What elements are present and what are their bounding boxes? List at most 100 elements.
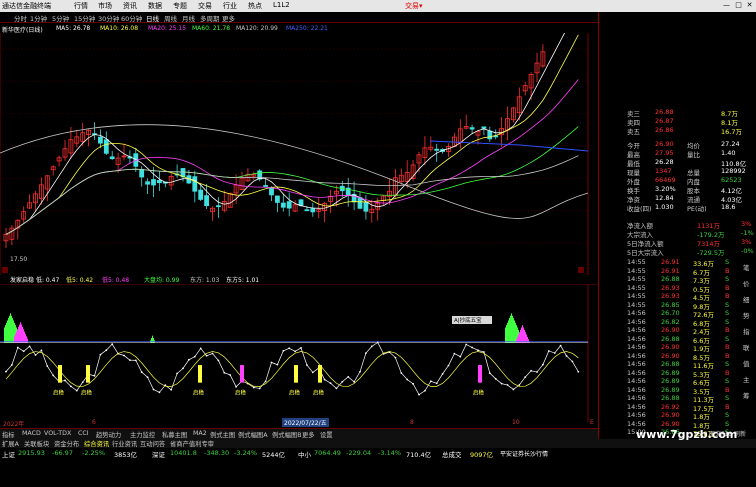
side-tab-3[interactable]: 势 — [743, 310, 750, 320]
period-monthly[interactable]: 月线 — [182, 13, 195, 23]
zx-label: 中小 — [298, 451, 311, 459]
close-button[interactable]: ✕ — [745, 1, 754, 10]
indicator-bar — [23, 329, 24, 343]
side-tab-6[interactable]: 值 — [743, 358, 750, 368]
menu-shichang[interactable]: 市场 — [98, 1, 112, 11]
stat-value: 26.90 — [655, 140, 674, 148]
tab-news[interactable]: 综合资讯 — [84, 439, 109, 448]
white-point — [300, 347, 302, 349]
period-1min[interactable]: 1分钟 — [30, 13, 47, 23]
white-point — [459, 355, 462, 358]
ma-line — [5, 79, 579, 235]
tick-flag: B — [725, 385, 730, 394]
white-point — [16, 346, 19, 349]
ma5-label: MA5: 26.78 — [56, 25, 91, 32]
minimize-button[interactable]: — — [722, 1, 731, 10]
tab-cci[interactable]: CCI — [78, 430, 89, 437]
total-value: 9097亿 — [470, 451, 494, 459]
period-more[interactable]: 更多 — [222, 13, 235, 23]
scroll-left-icon[interactable] — [2, 267, 8, 273]
period-60min[interactable]: 60分钟 — [121, 13, 142, 23]
menu-l1l2[interactable]: L1L2 — [273, 1, 290, 9]
stat-value: 12.84 — [655, 194, 674, 202]
tab-industry-news[interactable]: 行业资讯 — [112, 439, 137, 448]
period-multi[interactable]: 多周期 — [200, 13, 220, 23]
signal-label: 启稳 — [53, 388, 65, 396]
tick-time: 14:56 — [627, 394, 646, 402]
side-tab-5[interactable]: 联 — [743, 342, 750, 352]
tab-macd[interactable]: MACD — [22, 430, 41, 437]
tick-row: 14:55 26.93 0.5万 B — [627, 284, 755, 294]
period-weekly[interactable]: 周线 — [164, 13, 177, 23]
candle-body — [215, 205, 221, 208]
side-tab-0[interactable]: 笔 — [743, 262, 750, 272]
menu-hangqing[interactable]: 行情 — [74, 1, 88, 11]
stat-value: 3.20% — [655, 185, 676, 193]
white-point — [134, 359, 137, 362]
tab-qa[interactable]: 互动问答 — [140, 439, 165, 448]
ma10-label: MA10: 26.08 — [100, 25, 139, 32]
white-point — [559, 344, 562, 347]
candle-body — [434, 148, 440, 151]
period-daily[interactable]: 日线 — [146, 13, 159, 23]
stat-value2: 18.6 — [721, 203, 736, 211]
period-15min[interactable]: 15分钟 — [74, 13, 95, 23]
indicator-bar — [522, 325, 523, 343]
ind-label-0: 低: 0.47 — [36, 277, 60, 284]
tick-flag: B — [725, 292, 730, 300]
tab-fund[interactable]: 资金分布 — [54, 439, 79, 448]
side-tab-4[interactable]: 指 — [743, 326, 750, 336]
white-point — [64, 379, 66, 382]
menu-bar: 通达信金融终端 行情 市场 资讯 数据 专题 交易 行业 热点 L1L2 交易▾… — [0, 0, 756, 12]
menu-hangye[interactable]: 行业 — [223, 1, 237, 11]
side-tab-7[interactable]: 主 — [743, 374, 750, 384]
candle-body — [487, 130, 493, 140]
signal-bar — [240, 365, 244, 383]
maximize-button[interactable]: □ — [734, 1, 743, 10]
tick-flag: S — [725, 317, 730, 326]
period-fenshi[interactable]: 分时 — [14, 13, 27, 23]
formula-tooltip-label: A|抄底五宝 — [454, 316, 482, 324]
white-point — [571, 360, 574, 363]
tick-flag: B — [725, 266, 730, 275]
tab-ma2[interactable]: MA2 — [193, 430, 207, 437]
candle-body — [103, 139, 109, 154]
news-ticker[interactable]: 平安证券长沙行情 — [500, 449, 548, 458]
tab-related[interactable]: 关联板块 — [24, 439, 49, 448]
white-point — [512, 388, 515, 391]
stat-label: 收益(四) — [627, 205, 652, 213]
menu-zhuanti[interactable]: 专题 — [173, 1, 187, 11]
ask-row: 卖五 26.86 16.7万 — [627, 126, 756, 136]
white-point — [5, 370, 7, 373]
indicator-bar — [521, 327, 522, 343]
white-point — [211, 352, 214, 355]
white-point — [400, 372, 403, 374]
white-point — [518, 384, 521, 386]
white-point — [258, 387, 261, 390]
indicator-chart[interactable]: 1.961.501.251.000.750.500.250.00-0.25 启稳… — [0, 284, 598, 422]
period-5min[interactable]: 5分钟 — [52, 13, 69, 23]
trade-menu[interactable]: 交易▾ — [405, 1, 423, 11]
quote-panel: 卖三 26.88 8.7万 卖四 26.87 8.1万 卖五 26.86 16.7万 今开 26.… — [598, 12, 756, 439]
tick-time: 14:55 — [627, 266, 646, 275]
date-axis: 2022年 6 2022/07/22/五 8 10 E — [0, 418, 598, 428]
tab-misc[interactable]: 省商产值利专审 — [170, 439, 214, 448]
scroll-right-icon[interactable] — [578, 267, 584, 273]
menu-shuju[interactable]: 数据 — [148, 1, 162, 11]
side-tab-1[interactable]: 价 — [743, 278, 750, 288]
signal-bar — [58, 365, 62, 383]
menu-redian[interactable]: 热点 — [248, 1, 262, 11]
indicator-bar — [16, 331, 17, 343]
tick-price: 26.90 — [661, 411, 680, 419]
side-tab-8[interactable]: 筹 — [743, 390, 750, 400]
menu-zixun[interactable]: 资讯 — [123, 1, 137, 11]
white-point — [536, 371, 538, 373]
side-tab-2[interactable]: 细 — [743, 294, 750, 304]
menu-jiaoyi[interactable]: 交易 — [198, 1, 212, 11]
tab-vol[interactable]: VOL-TDX — [44, 430, 71, 437]
white-point — [294, 350, 296, 353]
tab-ext-a[interactable]: 扩展A — [2, 439, 19, 448]
candlestick-chart[interactable]: 24.0023.0022.0021.0020.0019.0018.00 17.5… — [0, 33, 598, 275]
white-point — [370, 345, 373, 348]
period-30min[interactable]: 30分钟 — [98, 13, 119, 23]
